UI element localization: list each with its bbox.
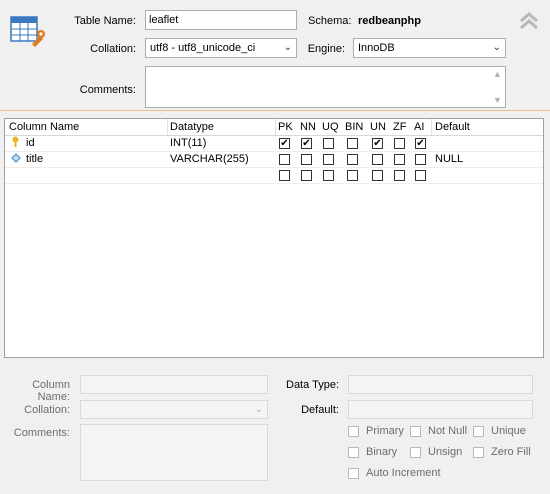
table-row[interactable]: id INT(11) ✔ ✔ ✔ ✔ (5, 136, 543, 151)
chevron-down-icon: ⌄ (254, 404, 263, 415)
zf-checkbox[interactable] (394, 138, 405, 149)
un-checkbox[interactable] (372, 154, 383, 165)
checkbox-label: Unique (491, 425, 526, 437)
checkbox-label: Binary (366, 446, 398, 458)
col-header-datatype[interactable]: Datatype (170, 119, 214, 135)
schema-label: Schema: (308, 15, 352, 27)
datatype-cell[interactable]: VARCHAR(255) (170, 152, 249, 167)
scroll-up-icon[interactable]: ▲ (493, 69, 502, 79)
comments-textarea[interactable] (80, 424, 268, 481)
uq-checkbox[interactable] (323, 154, 334, 165)
columns-grid[interactable]: Column Name Datatype PK NN UQ BIN UN ZF … (4, 118, 544, 358)
checkbox-box[interactable] (348, 447, 359, 458)
default-label: Default: (301, 404, 339, 416)
col-header-nn[interactable]: NN (300, 119, 316, 135)
bin-checkbox[interactable] (347, 170, 358, 181)
col-header-default[interactable]: Default (435, 119, 470, 135)
checkbox-box[interactable] (473, 447, 484, 458)
uq-checkbox[interactable] (323, 170, 334, 181)
zf-checkbox[interactable] (394, 154, 405, 165)
checkbox-box[interactable] (348, 468, 359, 479)
comments-label: Comments: (13, 427, 70, 439)
engine-label: Engine: (307, 43, 345, 55)
pk-checkbox[interactable] (279, 154, 290, 165)
checkbox-label: Auto Increment (366, 467, 441, 479)
column-name-cell[interactable]: id (26, 136, 35, 151)
column-divider (167, 119, 168, 135)
collapse-up-icon[interactable] (518, 10, 540, 32)
col-header-ai[interactable]: AI (414, 119, 424, 135)
table-row[interactable]: title VARCHAR(255) NULL (5, 152, 543, 167)
pk-checkbox[interactable]: ✔ (279, 138, 290, 149)
checkbox-box[interactable] (410, 426, 421, 437)
scroll-down-icon[interactable]: ▼ (493, 95, 502, 105)
nn-checkbox[interactable] (301, 170, 312, 181)
engine-select-value: InnoDB (358, 42, 395, 54)
schema-value: redbeanphp (358, 15, 421, 27)
nn-checkbox[interactable] (301, 154, 312, 165)
data-type-input[interactable] (348, 375, 533, 394)
collation-select-value: utf8 - utf8_unicode_ci (150, 42, 256, 54)
bin-checkbox[interactable] (347, 154, 358, 165)
ai-checkbox[interactable] (415, 170, 426, 181)
datatype-cell[interactable]: INT(11) (170, 136, 206, 151)
chevron-down-icon: ⌄ (492, 42, 501, 53)
col-header-name[interactable]: Column Name (9, 119, 79, 135)
pk-checkbox[interactable] (279, 170, 290, 181)
collation-select[interactable]: ⌄ (80, 400, 268, 419)
column-name-label: Column Name: (32, 379, 70, 403)
default-cell[interactable]: NULL (435, 152, 463, 167)
checkbox-label: Primary (366, 425, 404, 437)
table-row[interactable] (5, 168, 543, 183)
table-header-panel: Table Name: leaflet Schema: redbeanphp C… (0, 0, 550, 111)
zf-checkbox[interactable] (394, 170, 405, 181)
uq-checkbox[interactable] (323, 138, 334, 149)
col-header-pk[interactable]: PK (278, 119, 293, 135)
row-separator (5, 183, 543, 184)
column-divider (275, 119, 276, 135)
checkbox-label: Not Null (428, 425, 468, 437)
bin-checkbox[interactable] (347, 138, 358, 149)
table-name-label: Table Name: (74, 15, 136, 27)
engine-select[interactable]: InnoDB ⌄ (353, 38, 506, 58)
checkbox-label: Zero Fill (491, 446, 531, 458)
ai-checkbox[interactable]: ✔ (415, 138, 426, 149)
comments-label: Comments: (79, 84, 136, 96)
col-header-bin[interactable]: BIN (345, 119, 363, 135)
col-header-uq[interactable]: UQ (322, 119, 339, 135)
column-divider (431, 119, 432, 135)
data-type-label: Data Type: (286, 379, 339, 391)
checkbox-box[interactable] (410, 447, 421, 458)
checkbox-box[interactable] (348, 426, 359, 437)
table-editor-icon (10, 14, 46, 48)
un-checkbox[interactable] (372, 170, 383, 181)
textarea-scrollbar[interactable]: ▲ ▼ (490, 67, 505, 107)
table-name-input[interactable]: leaflet (145, 10, 297, 30)
nn-checkbox[interactable]: ✔ (301, 138, 312, 149)
checkbox-label: Unsign (428, 446, 463, 458)
col-header-un[interactable]: UN (370, 119, 386, 135)
ai-checkbox[interactable] (415, 154, 426, 165)
default-input[interactable] (348, 400, 533, 419)
col-header-zf[interactable]: ZF (393, 119, 406, 135)
collation-select[interactable]: utf8 - utf8_unicode_ci ⌄ (145, 38, 297, 58)
checkbox-box[interactable] (473, 426, 484, 437)
collation-label: Collation: (24, 404, 70, 416)
collation-label: Collation: (90, 43, 136, 55)
column-name-cell[interactable]: title (26, 152, 43, 167)
column-name-input[interactable] (80, 375, 268, 394)
column-details-panel: Column Name: Data Type: Collation: ⌄ Def… (0, 366, 550, 494)
un-checkbox[interactable]: ✔ (372, 138, 383, 149)
comments-textarea[interactable] (145, 66, 506, 108)
